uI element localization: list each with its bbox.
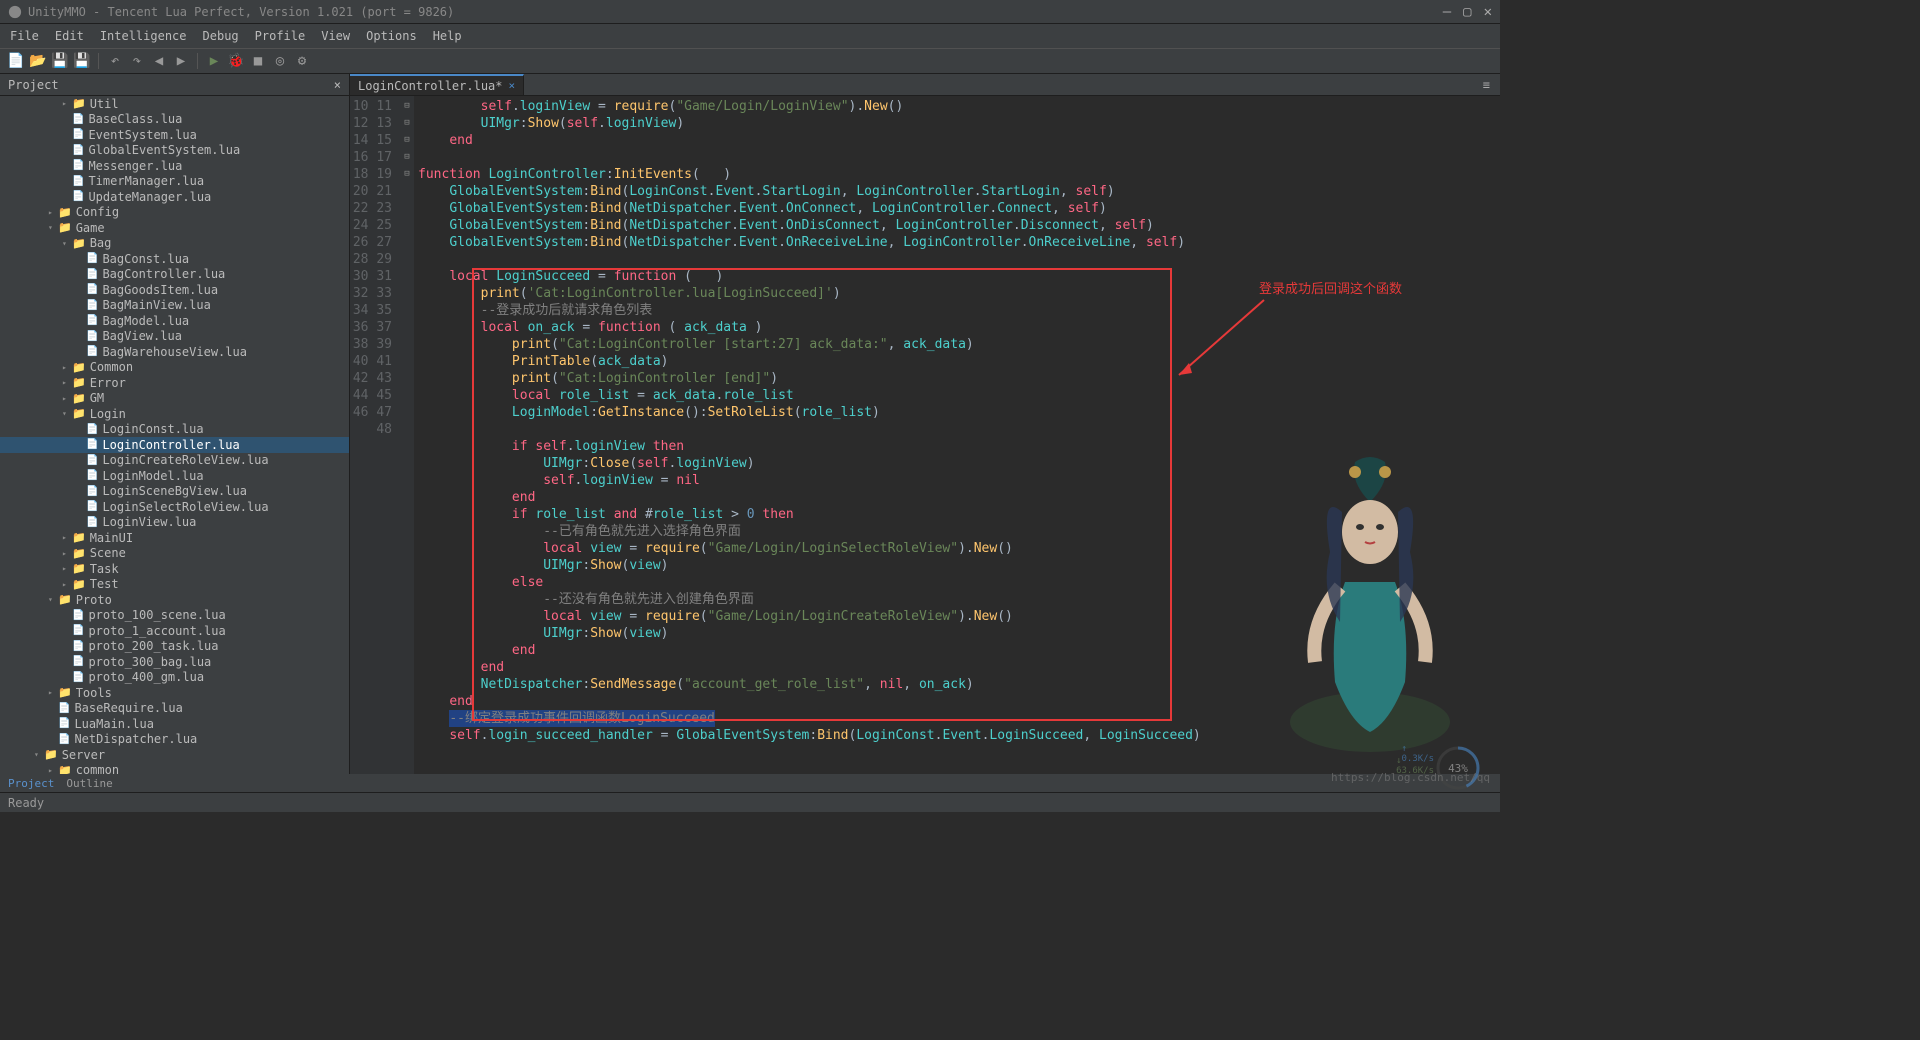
tree-file[interactable]: 📄BaseRequire.lua: [0, 701, 349, 717]
code-editor[interactable]: 10 11 12 13 14 15 16 17 18 19 20 21 22 2…: [350, 96, 1500, 774]
tree-file[interactable]: 📄TimerManager.lua: [0, 174, 349, 190]
new-file-icon[interactable]: 📄: [8, 53, 24, 69]
fold-column[interactable]: ⊟ ⊟ ⊟ ⊟ ⊟: [400, 96, 414, 774]
settings-icon[interactable]: ⚙: [294, 53, 310, 69]
panel-title: Project: [8, 78, 59, 92]
tree-folder[interactable]: ▾📁Bag: [0, 236, 349, 252]
toolbar: 📄 📂 💾 💾 ↶ ↷ ◀ ▶ ▶ 🐞 ■ ◎ ⚙: [0, 48, 1500, 74]
target-icon[interactable]: ◎: [272, 53, 288, 69]
tree-file[interactable]: 📄BagController.lua: [0, 267, 349, 283]
bottom-tabs: Project Outline: [0, 774, 1500, 792]
app-logo-icon: [8, 5, 22, 19]
tab-outline[interactable]: Outline: [66, 777, 112, 790]
tree-file[interactable]: 📄Messenger.lua: [0, 158, 349, 174]
tree-folder[interactable]: ▸📁Config: [0, 205, 349, 221]
tree-folder[interactable]: ▸📁Task: [0, 561, 349, 577]
tree-file[interactable]: 📄LoginConst.lua: [0, 422, 349, 438]
tree-file[interactable]: 📄UpdateManager.lua: [0, 189, 349, 205]
project-sidebar: Project × ▸📁Util📄BaseClass.lua📄EventSyst…: [0, 74, 350, 774]
menu-profile[interactable]: Profile: [255, 29, 306, 43]
menu-help[interactable]: Help: [433, 29, 462, 43]
save-all-icon[interactable]: 💾: [74, 53, 90, 69]
panel-close-icon[interactable]: ×: [334, 78, 341, 92]
tree-file[interactable]: 📄LoginModel.lua: [0, 468, 349, 484]
run-icon[interactable]: ▶: [206, 53, 222, 69]
close-icon[interactable]: ✕: [1484, 4, 1492, 20]
undo-icon[interactable]: ↶: [107, 53, 123, 69]
menubar: File Edit Intelligence Debug Profile View Opti…: [0, 24, 1500, 48]
tree-file[interactable]: 📄NetDispatcher.lua: [0, 732, 349, 748]
tree-file[interactable]: 📄LoginSceneBgView.lua: [0, 484, 349, 500]
menu-edit[interactable]: Edit: [55, 29, 84, 43]
tree-file[interactable]: 📄BagView.lua: [0, 329, 349, 345]
tree-file[interactable]: 📄BaseClass.lua: [0, 112, 349, 128]
tree-file[interactable]: 📄BagMainView.lua: [0, 298, 349, 314]
menu-debug[interactable]: Debug: [203, 29, 239, 43]
tree-file[interactable]: 📄BagGoodsItem.lua: [0, 282, 349, 298]
tree-folder[interactable]: ▾📁Login: [0, 406, 349, 422]
tree-folder[interactable]: ▸📁GM: [0, 391, 349, 407]
tree-file[interactable]: 📄GlobalEventSystem.lua: [0, 143, 349, 159]
tree-folder[interactable]: ▾📁Proto: [0, 592, 349, 608]
tree-file[interactable]: 📄LoginSelectRoleView.lua: [0, 499, 349, 515]
titlebar: UnityMMO - Tencent Lua Perfect, Version …: [0, 0, 1500, 24]
tree-file[interactable]: 📄proto_400_gm.lua: [0, 670, 349, 686]
menu-intelligence[interactable]: Intelligence: [100, 29, 187, 43]
tree-file[interactable]: 📄LoginCreateRoleView.lua: [0, 453, 349, 469]
tree-folder[interactable]: ▸📁common: [0, 763, 349, 775]
tab-label: LoginController.lua*: [358, 79, 503, 93]
tree-folder[interactable]: ▸📁Tools: [0, 685, 349, 701]
debug-icon[interactable]: 🐞: [228, 53, 244, 69]
tree-file[interactable]: 📄BagConst.lua: [0, 251, 349, 267]
menu-file[interactable]: File: [10, 29, 39, 43]
tree-folder[interactable]: ▾📁Server: [0, 747, 349, 763]
tree-file[interactable]: 📄proto_200_task.lua: [0, 639, 349, 655]
code-body[interactable]: self.loginView = require("Game/Login/Log…: [414, 96, 1500, 774]
tab-project[interactable]: Project: [8, 777, 54, 790]
tabs-menu-icon[interactable]: ≡: [1483, 78, 1490, 92]
tree-file[interactable]: 📄BagModel.lua: [0, 313, 349, 329]
tree-folder[interactable]: ▾📁Game: [0, 220, 349, 236]
project-tree[interactable]: ▸📁Util📄BaseClass.lua📄EventSystem.lua📄Glo…: [0, 96, 349, 774]
annotation-text: 登录成功后回调这个函数: [1259, 281, 1402, 298]
maximize-icon[interactable]: ▢: [1463, 4, 1471, 20]
back-icon[interactable]: ◀: [151, 53, 167, 69]
redo-icon[interactable]: ↷: [129, 53, 145, 69]
tree-file[interactable]: 📄proto_100_scene.lua: [0, 608, 349, 624]
tree-file[interactable]: 📄EventSystem.lua: [0, 127, 349, 143]
editor-tabs: LoginController.lua* × ≡: [350, 74, 1500, 96]
tree-folder[interactable]: ▸📁Scene: [0, 546, 349, 562]
tree-file[interactable]: 📄LuaMain.lua: [0, 716, 349, 732]
tab-close-icon[interactable]: ×: [509, 79, 516, 92]
forward-icon[interactable]: ▶: [173, 53, 189, 69]
tree-folder[interactable]: ▸📁MainUI: [0, 530, 349, 546]
tree-folder[interactable]: ▸📁Test: [0, 577, 349, 593]
status-text: Ready: [8, 796, 44, 810]
line-numbers[interactable]: 10 11 12 13 14 15 16 17 18 19 20 21 22 2…: [350, 96, 400, 774]
tree-file[interactable]: 📄BagWarehouseView.lua: [0, 344, 349, 360]
tree-file[interactable]: 📄LoginController.lua: [0, 437, 349, 453]
window-title: UnityMMO - Tencent Lua Perfect, Version …: [28, 5, 454, 19]
watermark: https://blog.csdn.net/qq: [1331, 771, 1490, 784]
tree-folder[interactable]: ▸📁Common: [0, 360, 349, 376]
tree-file[interactable]: 📄LoginView.lua: [0, 515, 349, 531]
minimize-icon[interactable]: —: [1443, 4, 1451, 20]
open-icon[interactable]: 📂: [30, 53, 46, 69]
editor-area: LoginController.lua* × ≡ 10 11 12 13 14 …: [350, 74, 1500, 774]
save-icon[interactable]: 💾: [52, 53, 68, 69]
tab-login-controller[interactable]: LoginController.lua* ×: [350, 74, 524, 95]
menu-options[interactable]: Options: [366, 29, 417, 43]
tree-file[interactable]: 📄proto_1_account.lua: [0, 623, 349, 639]
tree-file[interactable]: 📄proto_300_bag.lua: [0, 654, 349, 670]
stop-icon[interactable]: ■: [250, 53, 266, 69]
tree-folder[interactable]: ▸📁Error: [0, 375, 349, 391]
status-bar: Ready: [0, 792, 1500, 812]
tree-folder[interactable]: ▸📁Util: [0, 96, 349, 112]
menu-view[interactable]: View: [321, 29, 350, 43]
